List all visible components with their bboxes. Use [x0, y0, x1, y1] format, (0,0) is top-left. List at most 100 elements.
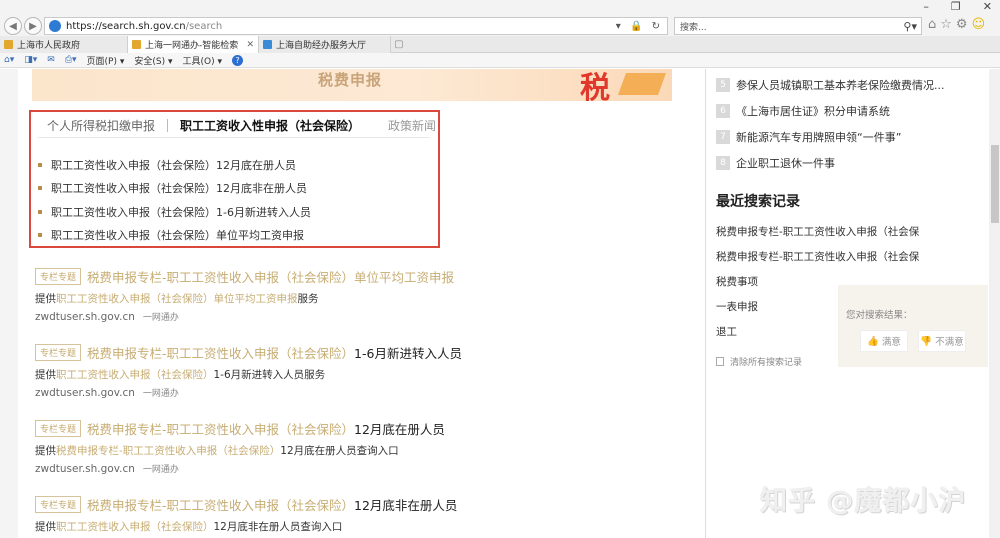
hot-item[interactable]: 5 参保人员城镇职工基本养老保险缴费情况...	[716, 77, 945, 93]
recent-search-item[interactable]: 税费申报专栏-职工工资性收入申报（社会保	[716, 249, 919, 264]
recent-search-item[interactable]: 税费申报专栏-职工工资性收入申报（社会保	[716, 224, 919, 239]
result-badge: 专栏专题	[35, 267, 82, 285]
tab-label: 上海市人民政府	[17, 41, 81, 51]
recent-search-item[interactable]: 一表申报	[716, 299, 758, 314]
tab-policy-news[interactable]: 政策新闻	[388, 117, 436, 134]
feedback-smiley-icon[interactable]: ☺	[972, 17, 986, 32]
result-source: zwdtuser.sh.gov.cn 一网通办	[35, 463, 179, 475]
result-title[interactable]: 专栏专题 税费申报专栏-职工工资性收入申报（社会保险） 12月底非在册人员	[35, 494, 457, 514]
result-title[interactable]: 专栏专题 税费申报专栏-职工工资性收入申报（社会保险） 单位平均工资申报	[35, 266, 454, 286]
result-title[interactable]: 专栏专题 税费申报专栏-职工工资性收入申报（社会保险） 1-6月新进转入人员	[35, 342, 462, 362]
result-title-suffix: 单位平均工资申报	[354, 269, 455, 285]
clear-history-link[interactable]: 清除所有搜索记录	[716, 355, 802, 368]
recent-search-title: 最近搜索记录	[716, 194, 800, 210]
search-result: 专栏专题 税费申报专栏-职工工资性收入申报（社会保险） 12月底非在册人员 提供…	[35, 494, 457, 533]
tab-favicon-icon	[263, 40, 272, 49]
tab-shanghai-gov[interactable]: 上海市人民政府	[0, 36, 128, 53]
search-result: 专栏专题 税费申报专栏-职工工资性收入申报（社会保险） 单位平均工资申报 提供职…	[35, 266, 454, 324]
result-badge: 专栏专题	[35, 343, 82, 361]
result-desc: 提供职工工资性收入申报（社会保险）单位平均工资申报服务	[35, 293, 319, 305]
browser-right-icons: ⌂ ☆ ⚙ ☺	[928, 17, 985, 32]
close-window-button[interactable]: ✕	[983, 0, 992, 16]
feedback-question: 您对搜索结果：	[846, 310, 913, 321]
tax-banner[interactable]: 税费申报 税	[32, 69, 672, 101]
tab-personal-income-tax[interactable]: 个人所得税扣缴申报	[47, 117, 155, 134]
result-badge: 专栏专题	[35, 419, 82, 437]
page-content: 税费申报 税 个人所得税扣缴申报 职工工资收入性申报（社会保险） 政策新闻 职工…	[0, 69, 1000, 538]
result-desc: 提供职工工资性收入申报（社会保险）12月底非在册人员查询入口	[35, 521, 343, 533]
tab-self-service[interactable]: 上海自助经办服务大厅	[259, 36, 391, 53]
address-bar[interactable]: https://search.sh.gov.cn/search ▾ 🔒 ↻	[44, 17, 668, 35]
browser-tabs: 上海市人民政府 上海一网通办-智能检索 ✕ 上海自助经办服务大厅 ▢	[0, 36, 1000, 53]
address-url: https://search.sh.gov.cn/search	[66, 20, 223, 32]
back-arrow-icon: ◀	[9, 20, 17, 32]
favorites-star-icon[interactable]: ☆	[940, 17, 952, 32]
rss-feed-icon[interactable]: ◨▾	[24, 55, 37, 65]
dissatisfied-button[interactable]: 👎 不满意	[918, 330, 966, 352]
site-globe-icon	[49, 20, 61, 32]
bullet-icon	[38, 162, 42, 167]
banner-deco-char: 税	[580, 71, 610, 101]
tools-menu[interactable]: 工具(O) ▾	[183, 54, 223, 67]
back-button[interactable]: ◀	[4, 17, 22, 35]
hot-item[interactable]: 7 新能源汽车专用牌照申领“一件事”	[716, 129, 901, 145]
forward-arrow-icon: ▶	[29, 20, 37, 32]
scrollbar-thumb[interactable]	[991, 145, 999, 223]
result-source: zwdtuser.sh.gov.cn 一网通办	[35, 311, 179, 323]
list-item[interactable]: 职工工资性收入申报（社会保险）单位平均工资申报	[38, 224, 311, 248]
tab-favicon-icon	[4, 40, 13, 49]
category-tabs: 个人所得税扣缴申报 职工工资收入性申报（社会保险） 政策新闻	[47, 117, 436, 134]
help-icon[interactable]: ?	[232, 54, 243, 66]
browser-search-placeholder: 搜索...	[680, 22, 707, 33]
rank-number: 8	[716, 156, 730, 170]
settings-gear-icon[interactable]: ⚙	[956, 17, 968, 32]
tab-close-icon[interactable]: ✕	[246, 40, 254, 50]
hot-item[interactable]: 6 《上海市居住证》积分申请系统	[716, 103, 890, 119]
page-scrollbar[interactable]	[989, 69, 1000, 538]
thumbs-down-icon: 👎	[920, 335, 933, 347]
home-cmd-icon[interactable]: ⌂▾	[4, 55, 14, 65]
result-title[interactable]: 专栏专题 税费申报专栏-职工工资性收入申报（社会保险） 12月底在册人员	[35, 418, 445, 438]
hot-item[interactable]: 8 企业职工退休一件事	[716, 155, 835, 171]
search-result: 专栏专题 税费申报专栏-职工工资性收入申报（社会保险） 12月底在册人员 提供税…	[35, 418, 445, 476]
banner-title: 税费申报	[318, 71, 383, 89]
window-controls: – ❐ ✕	[923, 0, 992, 16]
tab-social-insurance[interactable]: 职工工资收入性申报（社会保险）	[180, 117, 360, 134]
new-tab-button[interactable]: ▢	[391, 36, 407, 53]
result-source: zwdtuser.sh.gov.cn 一网通办	[35, 387, 179, 399]
tab-smart-search[interactable]: 上海一网通办-智能检索 ✕	[128, 36, 259, 53]
rank-number: 6	[716, 104, 730, 118]
list-item[interactable]: 职工工资性收入申报（社会保险）1-6月新进转入人员	[38, 200, 311, 224]
print-icon[interactable]: ⎙▾	[65, 55, 77, 65]
list-item[interactable]: 职工工资性收入申报（社会保险）12月底在册人员	[38, 153, 311, 177]
zhihu-watermark: 知乎 @魔都小沪	[760, 486, 967, 517]
recent-search-item[interactable]: 退工	[716, 324, 737, 339]
banner-decoration	[617, 73, 667, 95]
restore-button[interactable]: ❐	[951, 0, 961, 16]
browser-toolbar: – ❐ ✕ ◀ ▶ https://search.sh.gov.cn/searc…	[0, 0, 1000, 36]
minimize-button[interactable]: –	[923, 0, 929, 16]
bullet-icon	[38, 209, 42, 214]
browser-search-box[interactable]: 搜索... ⚲▾	[674, 17, 922, 35]
result-desc: 提供职工工资性收入申报（社会保险）1-6月新进转入人员服务	[35, 369, 326, 381]
command-bar: ⌂▾ ◨▾ ✉ ⎙▾ 页面(P) ▾ 安全(S) ▾ 工具(O) ▾ ?	[0, 53, 1000, 68]
home-icon[interactable]: ⌂	[928, 17, 936, 32]
page-menu[interactable]: 页面(P) ▾	[87, 54, 125, 67]
result-title-prefix: 税费申报专栏-职工工资性收入申报（社会保险）	[87, 497, 355, 513]
rank-number: 7	[716, 130, 730, 144]
bullet-icon	[38, 233, 42, 238]
recent-search-item[interactable]: 税费事项	[716, 274, 758, 289]
result-title-prefix: 税费申报专栏-职工工资性收入申报（社会保险）	[87, 269, 355, 285]
address-tools[interactable]: ▾ 🔒 ↻	[616, 21, 663, 32]
satisfied-button[interactable]: 👍 满意	[860, 330, 908, 352]
thumbs-up-icon: 👍	[867, 335, 879, 347]
search-icon[interactable]: ⚲▾	[903, 20, 917, 33]
mail-icon[interactable]: ✉	[47, 55, 55, 65]
left-margin	[0, 69, 18, 538]
trash-icon	[716, 357, 724, 366]
result-title-suffix: 12月底非在册人员	[354, 497, 458, 513]
list-item[interactable]: 职工工资性收入申报（社会保险）12月底非在册人员	[38, 177, 311, 201]
tab-favicon-icon	[132, 40, 141, 49]
forward-button[interactable]: ▶	[24, 17, 42, 35]
safety-menu[interactable]: 安全(S) ▾	[134, 54, 172, 67]
